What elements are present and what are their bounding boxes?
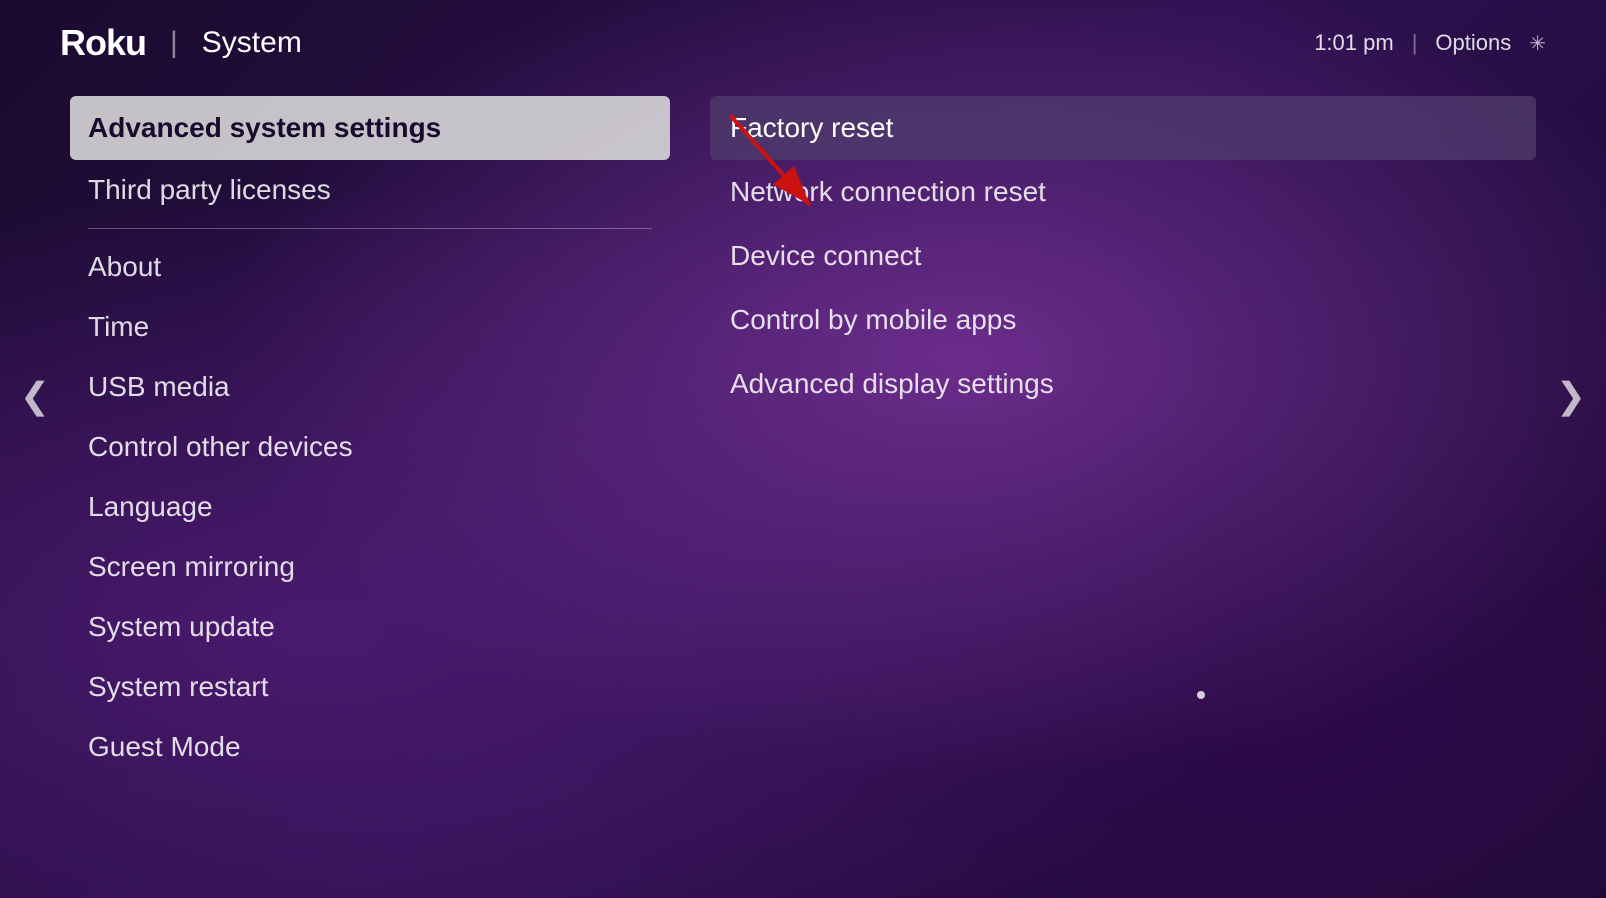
menu-item-language[interactable]: Language (70, 477, 670, 537)
menu-item-guest-mode[interactable]: Guest Mode (70, 717, 670, 777)
right-menu-item-advanced-display-settings[interactable]: Advanced display settings (710, 352, 1536, 416)
nav-left-arrow[interactable]: ❮ (0, 96, 70, 696)
right-menu-item-network-connection-reset[interactable]: Network connection reset (710, 160, 1536, 224)
header-divider: | (170, 26, 178, 60)
menu-item-third-party-licenses[interactable]: Third party licenses (70, 160, 670, 220)
right-menu-item-control-by-mobile-apps[interactable]: Control by mobile apps (710, 288, 1536, 352)
menu-item-usb-media[interactable]: USB media (70, 357, 670, 417)
page-title: System (202, 26, 302, 60)
menu-item-about[interactable]: About (70, 237, 670, 297)
header-right-separator: | (1412, 30, 1418, 56)
clock: 1:01 pm (1314, 30, 1394, 56)
menu-divider (88, 228, 652, 229)
menu-item-control-other-devices[interactable]: Control other devices (70, 417, 670, 477)
header-left: Roku | System (60, 22, 302, 64)
right-menu-item-device-connect[interactable]: Device connect (710, 224, 1536, 288)
content-wrapper: Roku | System 1:01 pm | Options ✳ ❮ Adva… (0, 0, 1606, 898)
menu-item-system-restart[interactable]: System restart (70, 657, 670, 717)
header-right: 1:01 pm | Options ✳ (1314, 30, 1546, 56)
menu-item-system-update[interactable]: System update (70, 597, 670, 657)
menu-item-time[interactable]: Time (70, 297, 670, 357)
left-panel: Advanced system settings Third party lic… (70, 96, 670, 777)
right-panel: Factory reset Network connection reset D… (670, 96, 1536, 416)
menu-item-screen-mirroring[interactable]: Screen mirroring (70, 537, 670, 597)
main-area: ❮ Advanced system settings Third party l… (0, 86, 1606, 787)
options-icon: ✳ (1529, 31, 1546, 56)
options-label[interactable]: Options (1435, 30, 1511, 56)
header: Roku | System 1:01 pm | Options ✳ (0, 0, 1606, 86)
cursor-dot (1197, 691, 1205, 699)
menu-item-advanced-system-settings[interactable]: Advanced system settings (70, 96, 670, 160)
nav-right-arrow[interactable]: ❯ (1536, 96, 1606, 696)
roku-logo: Roku (60, 22, 146, 64)
right-menu-item-factory-reset[interactable]: Factory reset (710, 96, 1536, 160)
